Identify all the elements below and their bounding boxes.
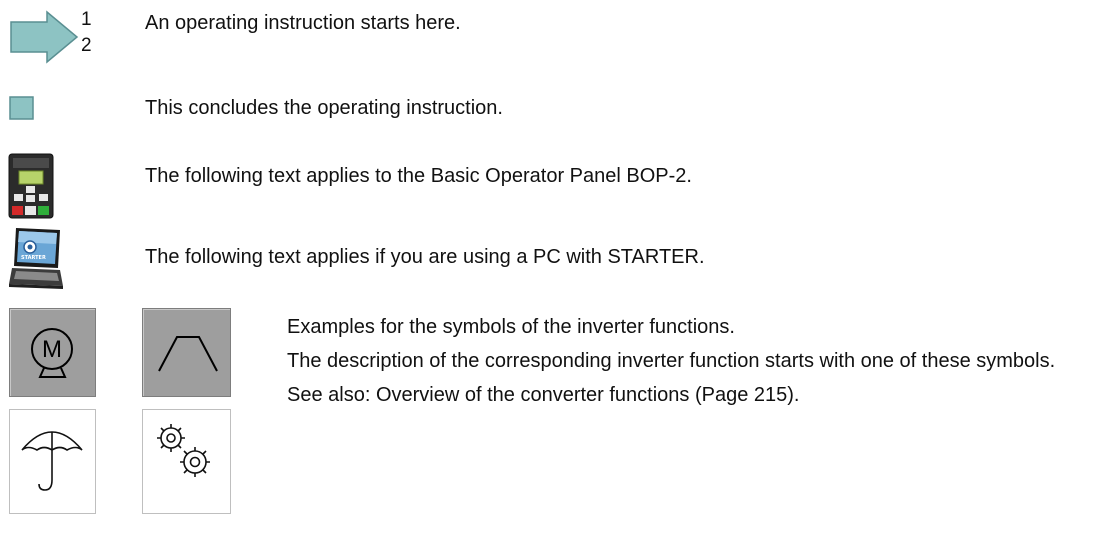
starter-text: The following text applies if you are us… bbox=[145, 246, 705, 268]
arrow-number-1: 1 bbox=[81, 9, 92, 30]
ramp-icon bbox=[142, 308, 231, 397]
starter-screen-label: STARTER bbox=[21, 255, 46, 261]
laptop-starter-icon: STARTER bbox=[8, 226, 64, 292]
function-symbols-description: Examples for the symbols of the inverter… bbox=[287, 314, 1082, 409]
umbrella-icon bbox=[9, 409, 96, 514]
instruction-start-text: An operating instruction starts here. bbox=[145, 12, 461, 34]
gears-icon bbox=[142, 409, 231, 514]
bop-2-operator-panel-icon bbox=[8, 153, 54, 219]
operating-instruction-end-square-icon bbox=[9, 96, 34, 120]
operating-instruction-start-arrow-icon bbox=[9, 10, 87, 64]
bop-2-text: The following text applies to the Basic … bbox=[145, 165, 692, 187]
motor-icon: M bbox=[9, 308, 96, 397]
function-symbols-paragraph-1: Examples for the symbols of the inverter… bbox=[287, 316, 735, 338]
function-symbols-paragraph-2: The description of the corresponding inv… bbox=[287, 350, 1056, 372]
instruction-end-text: This concludes the operating instruction… bbox=[145, 97, 503, 119]
function-symbols-see-also: See also: Overview of the converter func… bbox=[287, 384, 800, 406]
motor-letter: M bbox=[42, 336, 62, 363]
arrow-number-2: 2 bbox=[81, 35, 92, 56]
